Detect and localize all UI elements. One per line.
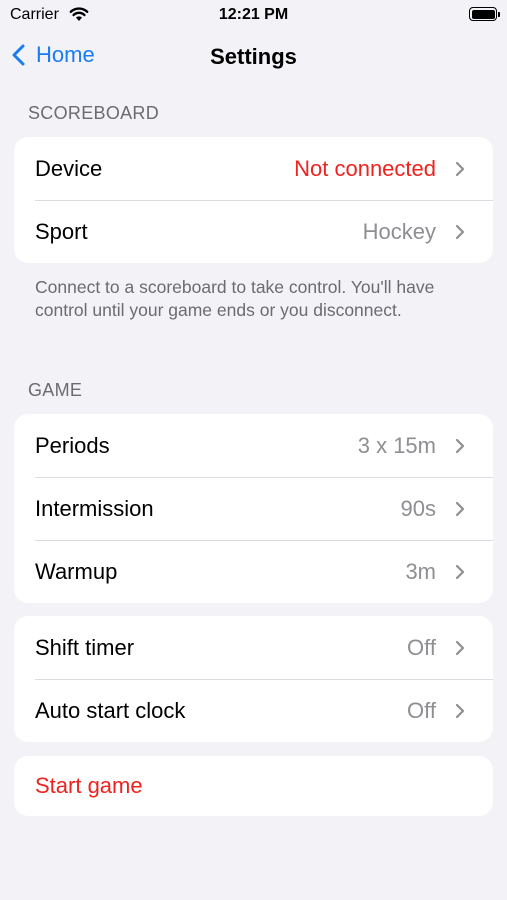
row-value: Off (407, 697, 436, 723)
row-label: Device (35, 155, 103, 181)
row-sport[interactable]: Sport Hockey (14, 200, 493, 263)
row-device[interactable]: Device Not connected (14, 137, 493, 200)
chevron-right-icon (455, 564, 465, 579)
row-label: Periods (35, 432, 110, 458)
chevron-right-icon (455, 161, 465, 176)
device-status-value: Not connected (294, 155, 436, 181)
start-game-label: Start game (35, 773, 143, 798)
row-value: Hockey (362, 218, 436, 244)
row-warmup[interactable]: Warmup 3m (14, 540, 493, 603)
chevron-right-icon (455, 640, 465, 655)
chevron-right-icon (455, 438, 465, 453)
battery-icon (469, 7, 500, 21)
row-label: Warmup (35, 558, 118, 584)
section-header-game: GAME (28, 380, 83, 400)
row-intermission[interactable]: Intermission 90s (14, 477, 493, 540)
row-auto-start-clock[interactable]: Auto start clock Off (14, 679, 493, 742)
chevron-right-icon (455, 501, 465, 516)
start-game-group: Start game (14, 756, 493, 816)
row-shift-timer[interactable]: Shift timer Off (14, 616, 493, 679)
scoreboard-footer-note: Connect to a scoreboard to take control.… (35, 277, 435, 320)
chevron-right-icon (455, 703, 465, 718)
chevron-right-icon (455, 224, 465, 239)
row-value: 3 x 15m (357, 432, 436, 458)
row-label: Sport (35, 218, 88, 244)
row-value: 3m (405, 558, 436, 584)
row-label: Auto start clock (35, 697, 186, 723)
row-value: Off (407, 634, 436, 660)
start-game-button[interactable]: Start game (14, 756, 493, 816)
navigation-bar: Home Settings (0, 38, 507, 78)
section-header-scoreboard: SCOREBOARD (28, 103, 160, 123)
row-label: Shift timer (35, 634, 135, 660)
status-bar: Carrier 12:21 PM (0, 0, 507, 30)
game-group: Periods 3 x 15m Intermission 90s Warmup … (14, 414, 493, 603)
page-title: Settings (210, 44, 297, 69)
scoreboard-group: Device Not connected Sport Hockey (14, 137, 493, 263)
row-value: 90s (400, 495, 436, 521)
options-group: Shift timer Off Auto start clock Off (14, 616, 493, 742)
row-periods[interactable]: Periods 3 x 15m (14, 414, 493, 477)
status-time: 12:21 PM (218, 6, 289, 23)
row-label: Intermission (35, 495, 154, 521)
